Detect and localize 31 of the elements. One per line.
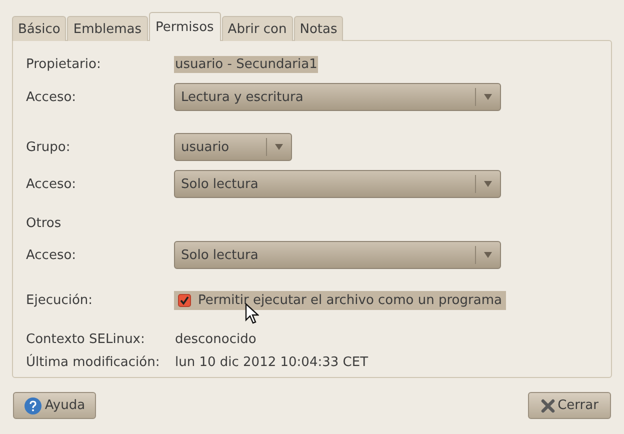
- field-label: Ejecución:: [26, 292, 94, 308]
- tab[interactable]: Emblemas: [67, 16, 148, 41]
- dropdown[interactable]: usuario: [174, 133, 292, 161]
- button[interactable]: Cerrar: [528, 392, 611, 419]
- checkbox-icon: [178, 294, 191, 306]
- field-value: usuario - Secundaria1: [174, 56, 318, 72]
- field-value: desconocido: [174, 330, 258, 348]
- dropdown-arrow-icon: [274, 143, 284, 151]
- field-label: Acceso:: [26, 248, 78, 262]
- dropdown-arrow-icon: [483, 180, 493, 188]
- dropdown[interactable]: Solo lectura: [174, 241, 501, 269]
- button[interactable]: Ayuda: [13, 392, 96, 419]
- close-icon: [540, 398, 555, 412]
- dropdown-arrow-icon: [483, 93, 493, 101]
- field-label: Contexto SELinux:: [26, 332, 146, 346]
- tab[interactable]: Permisos: [148, 12, 221, 41]
- checkbox[interactable]: Permitir ejecutar el archivo como un programa: [174, 290, 506, 310]
- field-label: Última modificación:: [26, 354, 161, 370]
- dropdown[interactable]: Solo lectura: [174, 170, 501, 198]
- dropdown[interactable]: Lectura y escritura: [174, 83, 501, 111]
- field-label: Otros: [26, 216, 62, 230]
- field-value: lun 10 dic 2012 10:04:33 CET: [174, 354, 370, 370]
- tab[interactable]: Abrir con: [222, 16, 293, 41]
- tab[interactable]: Básico: [12, 16, 66, 41]
- help-icon: [24, 396, 42, 414]
- tab[interactable]: Notas: [294, 16, 344, 41]
- field-label: Acceso:: [26, 90, 78, 104]
- field-label: Grupo:: [26, 140, 72, 154]
- field-label: Acceso:: [26, 176, 78, 192]
- dropdown-arrow-icon: [483, 251, 493, 259]
- field-label: Propietario:: [26, 56, 102, 72]
